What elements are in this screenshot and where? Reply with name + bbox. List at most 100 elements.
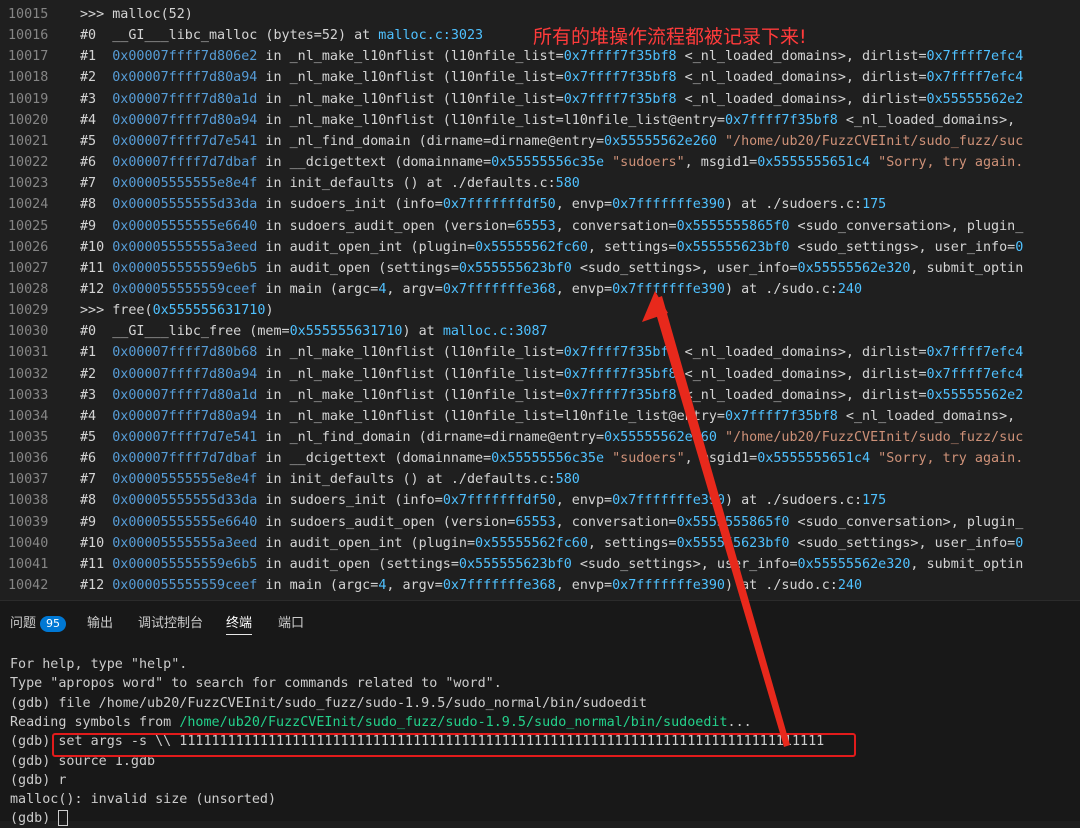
line-code: #3 0x00007ffff7d80a1d in _nl_make_l10nfl… xyxy=(80,89,1023,110)
code-token: "Sorry, try again. xyxy=(870,155,1024,171)
code-token: #4 xyxy=(80,408,113,424)
code-token: 0x00007ffff7d7dbaf xyxy=(112,155,258,171)
line-number: 10023 xyxy=(8,176,49,192)
code-token: 0x55555556c35e xyxy=(491,155,605,171)
code-token: in audit_open (settings= xyxy=(257,556,459,572)
code-token: #5 xyxy=(80,430,113,445)
code-token: 0x00005555555e6640 xyxy=(112,514,258,530)
line-number: 10032 xyxy=(8,366,49,382)
code-token: #5 xyxy=(80,133,113,149)
terminal-text: (gdb) file /home/ub20/FuzzCVEInit/sudo_f… xyxy=(10,695,647,711)
code-token: in _nl_make_l10nflist (l10nfile_list= xyxy=(257,345,564,361)
code-token: __GI___libc_malloc (bytes=52) at xyxy=(112,28,379,44)
code-token: #12 xyxy=(80,578,113,594)
code-token: #6 xyxy=(80,451,113,467)
code-token: malloc.c:3023 xyxy=(378,28,484,44)
code-token: ) at ./sudoers.c: xyxy=(725,197,863,213)
code-token: 0x00007ffff7d80a94 xyxy=(112,70,258,86)
tab-2[interactable]: 调试控制台 xyxy=(138,612,203,631)
line-number: 10040 xyxy=(8,535,49,551)
code-token: <_nl_loaded_domains>, dirlist= xyxy=(676,387,927,403)
code-token: 0x5555555865f0 xyxy=(676,514,790,530)
code-token: ) at xyxy=(402,324,443,340)
terminal-line: Type "apropos word" to search for comman… xyxy=(10,674,502,693)
tab-4[interactable]: 端口 xyxy=(278,612,304,631)
line-code: >>> malloc(52) xyxy=(80,4,193,25)
code-token: 0x555555631710 xyxy=(152,303,266,319)
code-token: 0x555555623bf0 xyxy=(458,556,572,572)
code-line: 10038 #8 0x00005555555d33da in sudoers_in… xyxy=(0,490,1080,511)
code-token: 0x7ffff7f35bf8 xyxy=(563,366,677,382)
line-number: 10024 xyxy=(8,197,49,213)
code-token: 0x555555623bf0 xyxy=(676,535,790,551)
code-token: 0x55555562fc60 xyxy=(475,535,588,551)
terminal-line: malloc(): invalid size (unsorted) xyxy=(10,790,276,809)
code-token: 0x55555562e320 xyxy=(797,556,911,572)
code-token: 0x00005555555a3eed xyxy=(112,535,258,551)
code-token: #9 xyxy=(80,514,113,530)
tab-0[interactable]: 问题 95 xyxy=(10,612,67,632)
line-code: #8 0x00005555555d33da in sudoers_init (i… xyxy=(80,490,886,511)
panel-tabs: 问题 95 输出 调试控制台 终端 端口 xyxy=(0,600,1080,641)
tab-label: 问题 xyxy=(10,616,37,631)
code-line: 10025 #9 0x00005555555e6640 in sudoers_au… xyxy=(0,216,1080,237)
line-code: #4 0x00007ffff7d80a94 in _nl_make_l10nfl… xyxy=(80,110,1015,131)
code-token: 0x7fffffffdf50 xyxy=(442,493,556,509)
code-token: 0x00005555555d33da xyxy=(112,197,258,213)
code-token: #0 xyxy=(80,28,113,44)
code-token: #6 xyxy=(80,155,113,171)
line-code: #9 0x00005555555e6640 in sudoers_audit_o… xyxy=(80,216,1023,237)
code-token: #11 xyxy=(80,260,113,276)
code-token: 0x55555562e2 xyxy=(926,387,1024,403)
code-editor[interactable]: 10015 >>> malloc(52) 10016 #0 __GI___libc_m… xyxy=(0,0,1080,600)
code-token: #3 xyxy=(80,387,113,403)
code-token: <sudo_conversation>, plugin_ xyxy=(789,218,1024,234)
line-code: #6 0x00007ffff7d7dbaf in __dcigettext (d… xyxy=(80,448,1023,469)
highlight-box xyxy=(52,733,856,757)
code-token: in _nl_make_l10nflist (l10nfile_list= xyxy=(257,91,564,107)
line-code: #5 0x00007ffff7d7e541 in _nl_find_domain… xyxy=(80,131,1023,152)
code-token: 0x5555555865f0 xyxy=(676,218,790,234)
code-token: in _nl_make_l10nflist (l10nfile_list= xyxy=(257,49,564,65)
line-code: #11 0x000055555559e6b5 in audit_open (se… xyxy=(80,554,1023,575)
code-token: 0x00005555555e8e4f xyxy=(112,472,258,488)
line-number: 10028 xyxy=(8,281,49,297)
code-line: 10036 #6 0x00007ffff7d7dbaf in __dcigette… xyxy=(0,448,1080,469)
code-token: 0x00007ffff7d80a1d xyxy=(112,91,258,107)
code-token: in sudoers_init (info= xyxy=(257,197,443,213)
code-token: in sudoers_audit_open (version= xyxy=(257,218,516,234)
code-token: #1 xyxy=(80,345,113,361)
code-line: 10026 #10 0x00005555555a3eed in audit_ope… xyxy=(0,237,1080,258)
code-token: 0x7fffffffe390 xyxy=(612,197,725,213)
code-token: #3 xyxy=(80,91,113,107)
code-token: in _nl_make_l10nflist (l10nfile_list=l10… xyxy=(257,112,725,128)
code-line: 10030 #0 __GI___libc_free (mem=0x55555563… xyxy=(0,321,1080,342)
code-token: 0x000055555559e6b5 xyxy=(112,556,258,572)
code-token: 0x7fffffffe368 xyxy=(442,578,556,594)
code-token: <_nl_loaded_domains>, dirlist= xyxy=(676,70,927,86)
code-token: in _nl_make_l10nflist (l10nfile_list=l10… xyxy=(257,408,725,424)
code-line: 10032 #2 0x00007ffff7d80a94 in _nl_make_l… xyxy=(0,364,1080,385)
code-token: 0x00007ffff7d80a1d xyxy=(112,387,258,403)
code-token: <sudo_conversation>, plugin_ xyxy=(789,514,1024,530)
line-number: 10015 xyxy=(8,7,49,22)
code-token: in _nl_make_l10nflist (l10nfile_list= xyxy=(257,70,564,86)
code-token: ) xyxy=(265,303,274,319)
code-token: 0x7fffffffe390 xyxy=(612,578,725,594)
tab-3[interactable]: 终端 xyxy=(226,612,253,635)
code-token: <_nl_loaded_domains>, dirlist= xyxy=(676,91,927,107)
line-code: #11 0x000055555559e6b5 in audit_open (se… xyxy=(80,258,1023,279)
code-token: #9 xyxy=(80,218,113,234)
code-token: in main (argc= xyxy=(257,578,379,594)
code-token: #12 xyxy=(80,281,113,297)
tab-label: 终端 xyxy=(226,616,253,631)
code-token: 0x00007ffff7d80a94 xyxy=(112,366,258,382)
code-token: , argv= xyxy=(386,281,443,297)
line-number: 10029 xyxy=(8,303,49,319)
line-number: 10018 xyxy=(8,70,49,86)
code-token: 0x5555555651c4 xyxy=(757,451,871,467)
line-code: #0 __GI___libc_free (mem=0x555555631710)… xyxy=(80,321,548,342)
line-code: #7 0x00005555555e8e4f in init_defaults (… xyxy=(80,173,580,194)
code-token: in audit_open (settings= xyxy=(257,260,459,276)
tab-1[interactable]: 输出 xyxy=(87,612,113,631)
